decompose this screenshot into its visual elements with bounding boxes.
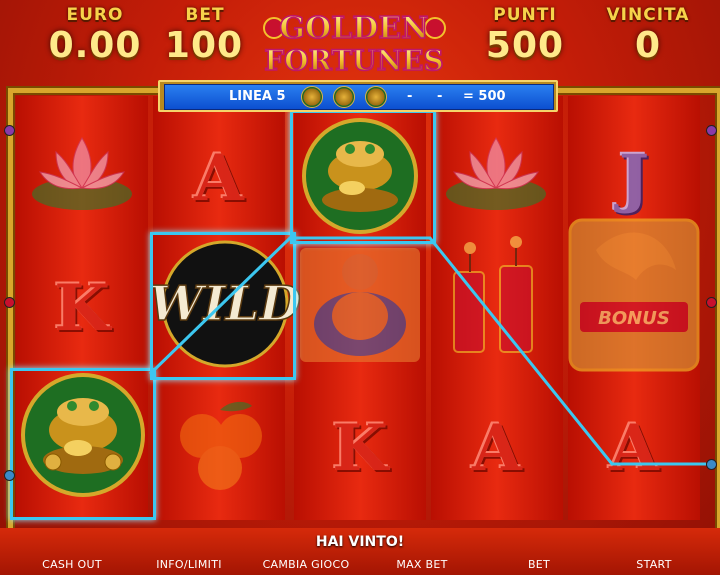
mini-toad-icon-3: [365, 86, 387, 108]
payline-marker-right-2: [706, 297, 717, 308]
payline-result: = 500: [463, 89, 506, 104]
payline-marker-left-1: [4, 125, 15, 136]
payline-marker-left-2: [4, 297, 15, 308]
payline-marker-right-3: [706, 459, 717, 470]
win-message: HAI VINTO!: [315, 534, 405, 550]
max-bet-button[interactable]: MAX BET: [384, 558, 460, 571]
change-game-button[interactable]: CAMBIA GIOCO: [254, 558, 358, 571]
info-limits-button[interactable]: INFO/LIMITI: [146, 558, 232, 571]
start-button[interactable]: START: [624, 558, 684, 571]
payline-marker-left-3: [4, 470, 15, 481]
payline-marker-right-1: [706, 125, 717, 136]
bet-button[interactable]: BET: [514, 558, 564, 571]
payline-banner: LINEA 5 - - = 500: [158, 80, 558, 112]
cash-out-button[interactable]: CASH OUT: [30, 558, 114, 571]
game-screen: EURO 0.00 BET 100 PUNTI 500 VINCITA 0 GO…: [0, 0, 720, 575]
payline-label: LINEA 5: [229, 89, 286, 104]
mini-toad-icon-1: [301, 86, 323, 108]
payline-banner-inner: LINEA 5 - - = 500: [164, 84, 554, 110]
payline-dash-2: -: [437, 89, 443, 104]
mini-toad-icon-2: [333, 86, 355, 108]
payline-dash-1: -: [407, 89, 413, 104]
